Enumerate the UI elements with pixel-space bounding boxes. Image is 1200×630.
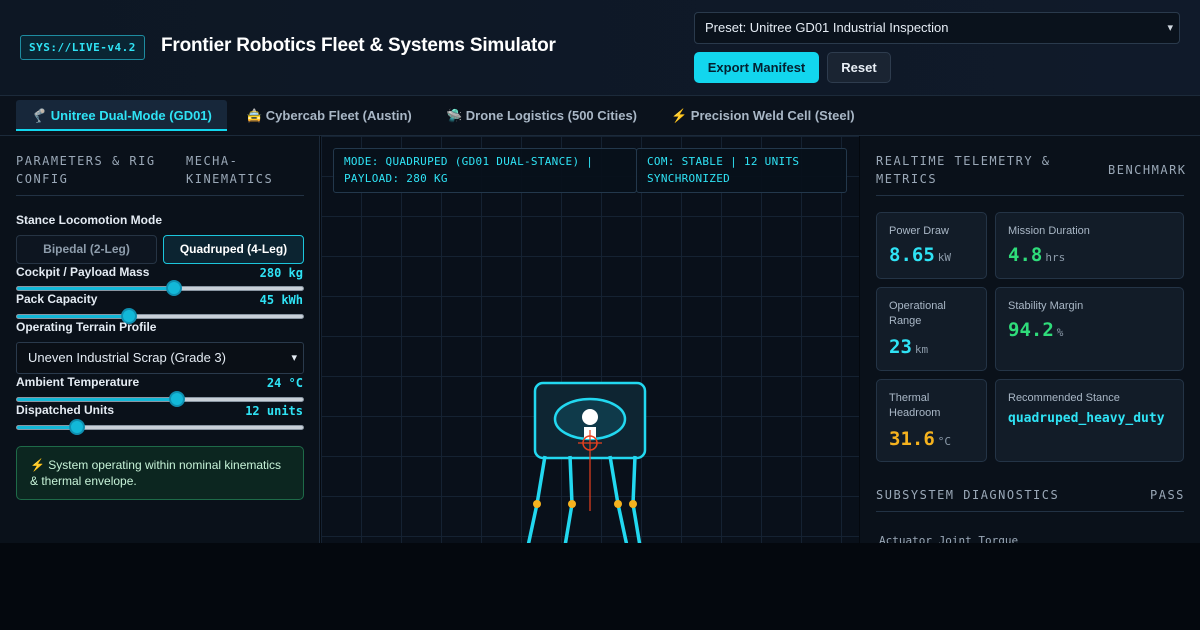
dispatched-units-fill	[17, 426, 77, 429]
knee-joint	[568, 500, 576, 508]
dispatched-units-thumb[interactable]	[69, 419, 85, 435]
leg-front-right-upper	[568, 455, 574, 505]
metric-value: 8.65 kW	[889, 244, 952, 266]
pilot-head	[582, 409, 598, 425]
pack-capacity-slider[interactable]	[16, 308, 304, 324]
divider	[876, 511, 1184, 512]
telemetry-heading: REALTIME TELEMETRY & METRICS	[876, 154, 1051, 186]
page-footer-area	[0, 543, 1200, 630]
metric-card-mission-duration: Mission Duration 4.8 hrs	[995, 212, 1184, 279]
dispatched-units-value: 12 units	[245, 404, 303, 418]
diagnostics-status: PASS	[1150, 488, 1185, 502]
metric-card-recommended-stance: Recommended Stance quadruped_heavy_duty	[995, 379, 1184, 462]
quadruped-toggle[interactable]: Quadruped (4-Leg)	[163, 235, 304, 264]
divider	[876, 195, 1184, 196]
leg-front-left-lower	[526, 503, 539, 543]
simulation-viewport[interactable]: MODE: QUADRUPED (GD01 DUAL-STANCE) | PAY…	[321, 136, 859, 543]
payload-mass-fill	[17, 287, 174, 290]
chevron-down-icon: ▾	[1167, 22, 1173, 34]
stance-mode-label: Stance Locomotion Mode	[16, 213, 163, 227]
knee-joint	[614, 500, 622, 508]
metric-value: 4.8 hrs	[1008, 244, 1066, 266]
metric-card-power-draw: Power Draw 8.65 kW	[876, 212, 987, 279]
export-manifest-button[interactable]: Export Manifest	[694, 52, 819, 83]
leg-rear-left-lower	[616, 503, 629, 543]
tab-precision-weld-cell[interactable]: ⚡ Precision Weld Cell (Steel)	[656, 100, 870, 131]
tab-drone-logistics[interactable]: 🛸 Drone Logistics (500 Cities)	[431, 100, 652, 131]
ambient-temperature-thumb[interactable]	[169, 391, 185, 407]
metric-label: Mission Duration	[1008, 225, 1090, 237]
dispatched-units-label: Dispatched Units	[16, 403, 115, 417]
chevron-down-icon: ▾	[291, 352, 297, 364]
payload-mass-thumb[interactable]	[166, 280, 182, 296]
tab-cybercab-fleet[interactable]: 🚖 Cybercab Fleet (Austin)	[231, 100, 427, 131]
diagnostics-heading: SUBSYSTEM DIAGNOSTICS	[876, 488, 1060, 502]
ambient-temperature-fill	[17, 398, 177, 401]
metric-value: 31.6 °C	[889, 428, 952, 450]
dispatched-units-slider[interactable]	[16, 419, 304, 435]
scenario-tabs: 🦿 Unitree Dual-Mode (GD01) 🚖 Cybercab Fl…	[0, 96, 1200, 136]
reset-button[interactable]: Reset	[827, 52, 891, 83]
ambient-temperature-label: Ambient Temperature	[16, 375, 140, 389]
bipedal-toggle[interactable]: Bipedal (2-Leg)	[16, 235, 157, 264]
leg-rear-right-upper	[631, 455, 637, 505]
metric-label: Recommended Stance	[1008, 392, 1120, 404]
metric-card-operational-range: Operational Range 23 km	[876, 287, 987, 371]
leg-front-right-lower	[563, 503, 574, 543]
telemetry-panel: REALTIME TELEMETRY & METRICS BENCHMARK P…	[860, 136, 1200, 547]
app-header: SYS://LIVE-v4.2 Frontier Robotics Fleet …	[0, 0, 1200, 96]
leg-rear-left-upper	[608, 455, 620, 505]
divider	[16, 195, 304, 196]
metric-card-thermal-headroom: Thermal Headroom 31.6 °C	[876, 379, 987, 462]
pack-capacity-fill	[17, 315, 129, 318]
payload-mass-value: 280 kg	[259, 266, 303, 280]
ambient-temperature-value: 24 °C	[266, 376, 303, 390]
preset-select-value: Preset: Unitree GD01 Industrial Inspecti…	[705, 20, 949, 35]
metric-label: Power Draw	[889, 225, 949, 237]
ambient-temperature-slider[interactable]	[16, 391, 304, 407]
metric-label: Thermal Headroom	[889, 392, 941, 419]
terrain-profile-label: Operating Terrain Profile	[16, 320, 157, 334]
robot-legs	[526, 455, 642, 543]
parameters-heading: PARAMETERS & RIG CONFIG	[16, 154, 156, 186]
metric-value: 23 km	[889, 336, 929, 358]
parameters-panel: PARAMETERS & RIG CONFIG MECHA-KINEMATICS…	[0, 136, 320, 543]
pack-capacity-value: 45 kWh	[259, 293, 303, 307]
system-status-banner: ⚡ System operating within nominal kinema…	[16, 446, 304, 500]
leg-front-left-upper	[535, 455, 547, 505]
metric-card-stability-margin: Stability Margin 94.2%	[995, 287, 1184, 371]
metric-label: Operational Range	[889, 300, 946, 327]
terrain-profile-value: Uneven Industrial Scrap (Grade 3)	[28, 350, 226, 365]
payload-mass-slider[interactable]	[16, 280, 304, 296]
metric-value: quadruped_heavy_duty	[1008, 411, 1165, 426]
system-version-badge: SYS://LIVE-v4.2	[20, 35, 145, 60]
pack-capacity-label: Pack Capacity	[16, 292, 98, 306]
benchmark-heading: BENCHMARK	[1108, 163, 1187, 177]
tab-unitree-dual-mode[interactable]: 🦿 Unitree Dual-Mode (GD01)	[16, 100, 227, 131]
app-title: Frontier Robotics Fleet & Systems Simula…	[161, 35, 556, 56]
metric-label: Stability Margin	[1008, 300, 1084, 312]
leg-rear-right-lower	[631, 503, 642, 543]
robot-render	[526, 381, 647, 543]
preset-select[interactable]: Preset: Unitree GD01 Industrial Inspecti…	[694, 12, 1180, 44]
knee-joint	[629, 500, 637, 508]
payload-mass-label: Cockpit / Payload Mass	[16, 265, 150, 279]
knee-joint	[533, 500, 541, 508]
metric-value: 94.2%	[1008, 319, 1064, 341]
kinematics-heading: MECHA-KINEMATICS	[186, 154, 274, 186]
terrain-profile-select[interactable]: Uneven Industrial Scrap (Grade 3) ▾	[16, 342, 304, 374]
